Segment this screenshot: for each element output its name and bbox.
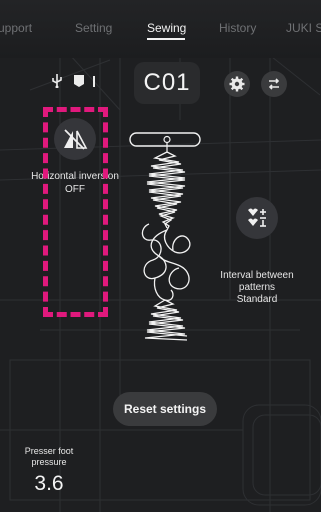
stitch-pattern-preview xyxy=(129,132,201,341)
tab-support[interactable]: upport xyxy=(0,21,32,35)
gear-icon[interactable] xyxy=(224,71,250,97)
presser-foot-label-line1: Presser foot xyxy=(24,446,74,456)
tab-history[interactable]: History xyxy=(219,21,256,35)
pattern-code[interactable]: C01 xyxy=(134,62,200,104)
interval-label-line2: patterns xyxy=(238,282,276,293)
presser-foot-label: Presser foot pressure xyxy=(24,446,74,468)
tab-sewing[interactable]: Sewing xyxy=(147,21,186,35)
interval-label-line1: Interval between xyxy=(220,270,294,281)
highlight-box xyxy=(43,107,108,317)
indicator-icon xyxy=(91,74,97,88)
reset-settings-button[interactable]: Reset settings xyxy=(113,392,217,426)
interval-value: Standard xyxy=(236,294,278,305)
interval-button[interactable] xyxy=(236,197,278,239)
bobbin-icon xyxy=(73,73,85,89)
swap-icon[interactable] xyxy=(261,71,287,97)
presser-foot-label-line2: pressure xyxy=(31,457,67,467)
tab-juki[interactable]: JUKI S xyxy=(286,21,321,35)
usb-icon xyxy=(50,73,64,89)
interval-icon xyxy=(248,208,266,227)
presser-foot-value[interactable]: 3.6 xyxy=(24,472,74,496)
tab-setting[interactable]: Setting xyxy=(75,21,112,35)
active-tab-indicator xyxy=(147,38,185,40)
